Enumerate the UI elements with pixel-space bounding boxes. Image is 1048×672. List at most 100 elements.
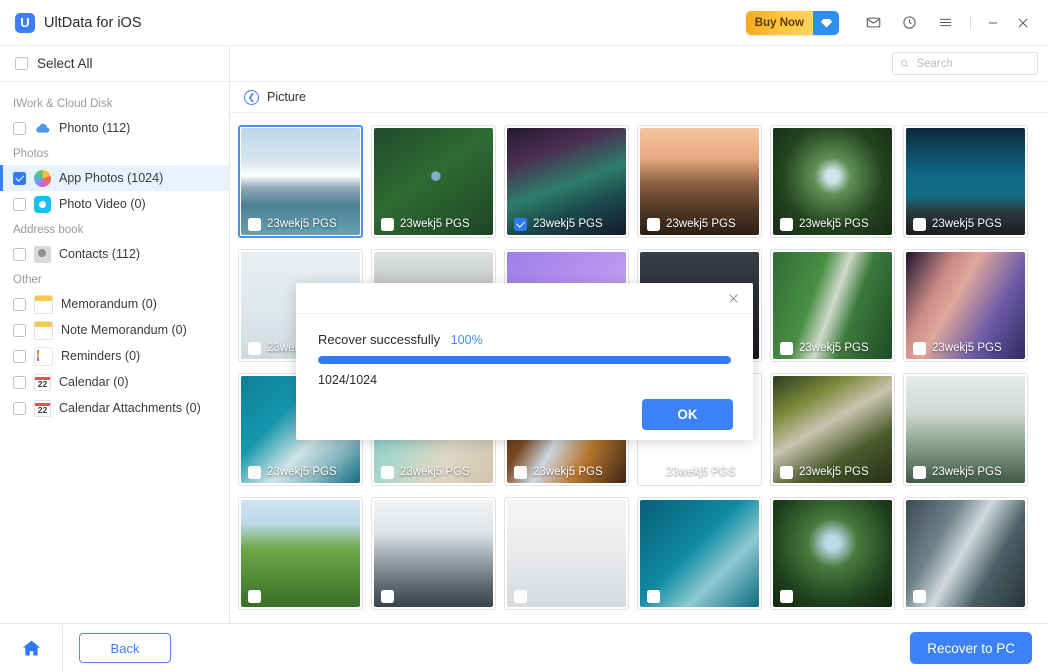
thumbnail-tile[interactable]: 23wekj5 PGS: [903, 373, 1028, 486]
diamond-badge-icon: [813, 11, 839, 35]
sidebar-item-checkbox[interactable]: [13, 122, 26, 135]
thumbnail-tile[interactable]: 23wekj5 PGS: [903, 249, 1028, 362]
thumbnail-tile[interactable]: 23wekj5 PGS: [770, 373, 895, 486]
thumbnail-checkbox[interactable]: [248, 218, 261, 231]
thumbnail-tile[interactable]: [238, 497, 363, 610]
thumbnail-tile[interactable]: 23wekj5 PGS: [238, 125, 363, 238]
sidebar-item-label: Calendar Attachments (0): [59, 401, 201, 415]
thumbnail-tile[interactable]: 23wekj5 PGS: [504, 125, 629, 238]
home-icon[interactable]: [0, 625, 63, 672]
contacts-icon: [34, 246, 51, 263]
thumbnail-checkbox[interactable]: [913, 590, 926, 603]
thumbnail-checkbox[interactable]: [381, 466, 394, 479]
dialog-body: Recover successfully 100% 1024/1024: [296, 314, 753, 387]
hamburger-menu-icon[interactable]: [930, 8, 960, 38]
thumbnail-tile[interactable]: [637, 497, 762, 610]
sidebar-item[interactable]: 22 Calendar Attachments (0): [0, 395, 229, 421]
history-icon[interactable]: [894, 8, 924, 38]
sidebar-list: IWork & Cloud DiskPhonto (112)PhotosApp …: [0, 82, 229, 623]
thumbnail-image: [906, 500, 1025, 607]
thumbnail-tile[interactable]: 23wekj5 PGS: [371, 125, 496, 238]
select-all-row[interactable]: Select All: [0, 46, 229, 82]
thumbnail-checkbox[interactable]: [381, 218, 394, 231]
thumbnail-tile[interactable]: [770, 497, 895, 610]
select-all-checkbox[interactable]: [15, 57, 28, 70]
sidebar-group-title: Other: [0, 267, 229, 291]
sidebar-item-checkbox[interactable]: [13, 350, 26, 363]
thumbnail-image: 23wekj5 PGS: [906, 376, 1025, 483]
thumbnail-image: 23wekj5 PGS: [906, 128, 1025, 235]
progress-percent-label: 100%: [451, 333, 483, 347]
close-icon[interactable]: [724, 289, 742, 307]
minimize-icon[interactable]: [978, 8, 1008, 38]
thumbnail-checkbox[interactable]: [514, 466, 527, 479]
thumbnail-checkbox[interactable]: [913, 218, 926, 231]
thumbnail-checkbox[interactable]: [514, 218, 527, 231]
thumbnail-footer: [507, 585, 626, 607]
thumbnail-footer: 23wekj5 PGS: [906, 213, 1025, 235]
app-brand: U UltData for iOS: [0, 13, 142, 33]
sidebar-item[interactable]: Contacts (112): [0, 241, 229, 267]
thumbnail-checkbox[interactable]: [780, 590, 793, 603]
sidebar-item[interactable]: Reminders (0): [0, 343, 229, 369]
thumbnail-label: 23wekj5 PGS: [799, 342, 869, 354]
search-box[interactable]: [892, 52, 1038, 75]
ok-button[interactable]: OK: [642, 399, 733, 430]
close-icon[interactable]: [1008, 8, 1038, 38]
sidebar-item[interactable]: Note Memorandum (0): [0, 317, 229, 343]
sidebar-item[interactable]: App Photos (1024): [0, 165, 229, 191]
calendar-icon: 22: [34, 400, 51, 417]
sidebar-item-checkbox[interactable]: [13, 198, 26, 211]
sidebar-item-label: Memorandum (0): [61, 297, 157, 311]
thumbnail-footer: [374, 585, 493, 607]
thumbnail-tile[interactable]: 23wekj5 PGS: [770, 125, 895, 238]
thumbnail-tile[interactable]: [903, 497, 1028, 610]
thumbnail-image: 23wekj5 PGS: [374, 128, 493, 235]
thumbnail-checkbox[interactable]: [514, 590, 527, 603]
thumbnail-checkbox[interactable]: [248, 342, 261, 355]
arrow-left-circle-icon[interactable]: ❮: [244, 90, 259, 105]
titlebar-divider: [970, 15, 971, 30]
thumbnail-checkbox[interactable]: [248, 466, 261, 479]
memo-icon: [34, 321, 53, 340]
sidebar-item-label: Note Memorandum (0): [61, 323, 187, 337]
thumbnail-checkbox[interactable]: [647, 218, 660, 231]
recover-to-pc-button[interactable]: Recover to PC: [910, 632, 1032, 664]
thumbnail-tile[interactable]: 23wekj5 PGS: [903, 125, 1028, 238]
buy-now-button[interactable]: Buy Now: [746, 11, 839, 35]
thumbnail-checkbox[interactable]: [780, 218, 793, 231]
sidebar-item[interactable]: 22Calendar (0): [0, 369, 229, 395]
sidebar-item-checkbox[interactable]: [13, 298, 26, 311]
sidebar-item-checkbox[interactable]: [13, 324, 26, 337]
sidebar-item[interactable]: Phonto (112): [0, 115, 229, 141]
mail-icon[interactable]: [858, 8, 888, 38]
thumbnail-checkbox[interactable]: [381, 590, 394, 603]
thumbnail-footer: 23wekj5 PGS: [640, 213, 759, 235]
sidebar-item-label: Phonto (112): [59, 121, 130, 135]
thumbnail-checkbox[interactable]: [780, 342, 793, 355]
sidebar-item-checkbox[interactable]: [13, 402, 26, 415]
thumbnail-tile[interactable]: [504, 497, 629, 610]
sidebar-item-checkbox[interactable]: [13, 376, 26, 389]
thumbnail-label: 23wekj5 PGS: [533, 466, 603, 478]
thumbnail-label: 23wekj5 PGS: [666, 466, 736, 478]
sidebar-item[interactable]: Photo Video (0): [0, 191, 229, 217]
thumbnail-checkbox[interactable]: [780, 466, 793, 479]
thumbnail-footer: 23wekj5 PGS: [773, 337, 892, 359]
thumbnail-checkbox[interactable]: [647, 590, 660, 603]
recover-success-dialog: Recover successfully 100% 1024/1024 OK: [296, 283, 753, 440]
thumbnail-checkbox[interactable]: [248, 590, 261, 603]
sidebar-item-checkbox[interactable]: [13, 248, 26, 261]
sidebar-item-label: Reminders (0): [61, 349, 140, 363]
sidebar-item[interactable]: Memorandum (0): [0, 291, 229, 317]
back-button[interactable]: Back: [79, 633, 171, 663]
thumbnail-tile[interactable]: 23wekj5 PGS: [770, 249, 895, 362]
thumbnail-checkbox[interactable]: [647, 466, 660, 479]
sidebar-item-checkbox[interactable]: [13, 172, 26, 185]
thumbnail-checkbox[interactable]: [913, 466, 926, 479]
thumbnail-tile[interactable]: [371, 497, 496, 610]
thumbnail-checkbox[interactable]: [913, 342, 926, 355]
thumbnail-tile[interactable]: 23wekj5 PGS: [637, 125, 762, 238]
search-input[interactable]: [914, 57, 1030, 71]
thumbnail-image: 23wekj5 PGS: [640, 128, 759, 235]
